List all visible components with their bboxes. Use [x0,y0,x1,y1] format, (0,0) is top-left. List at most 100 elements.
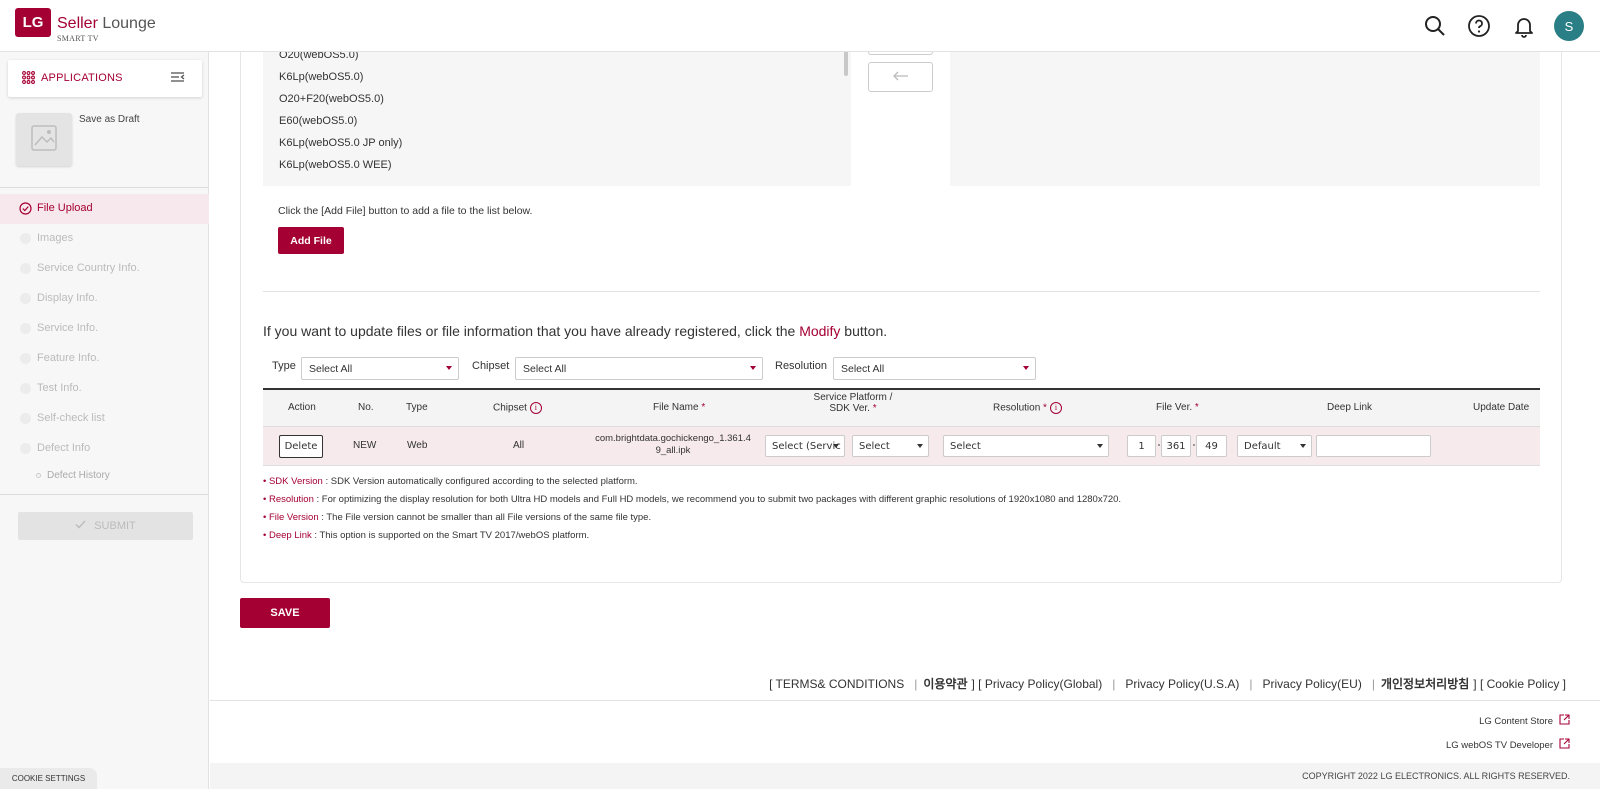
collapse-menu-icon[interactable] [170,71,186,88]
nav-item-defect-info[interactable]: Defect Info [0,434,209,464]
nav-label: Images [37,232,74,244]
chipset-filter-select[interactable]: Select All [515,357,763,380]
webos-developer-label: LG webOS TV Developer [1445,739,1553,751]
version-minor-input[interactable]: 361 [1161,435,1191,457]
terms-kr-link[interactable]: 이용약관 [923,677,967,691]
info-icon[interactable]: i [529,402,542,414]
resolution-filter-value: Select All [841,362,885,375]
nav-item-test-info[interactable]: Test Info. [0,374,209,404]
cookie-settings-button[interactable]: COOKIE SETTINGS [0,768,97,789]
footer-divider [210,700,1600,701]
col-file-ver-label: File Ver. [1156,402,1193,413]
row-file-name: com.brightdata.gochickengo_1.361.4 9_all… [593,433,753,457]
nav-item-service-info[interactable]: Service Info. [0,314,209,344]
privacy-kr-link[interactable]: 개인정보처리방침 [1381,677,1469,691]
selected-chipset-list[interactable] [950,48,1540,186]
chevron-down-icon [833,444,839,448]
chevron-down-icon [1300,444,1306,448]
delete-button[interactable]: Delete [279,435,323,458]
col-file-name: File Name * [653,402,705,413]
webos-developer-link[interactable]: LG webOS TV Developer [1446,738,1570,752]
nav-item-feature-info[interactable]: Feature Info. [0,344,209,374]
note-key: File Version [268,512,319,523]
sdk-value: Select [859,440,890,452]
applications-label: APPLICATIONS [41,72,123,84]
col-resolution: Resolution * i [993,402,1062,414]
platform-select[interactable]: Select (Servic [765,435,845,457]
status-dot [20,263,31,274]
chevron-down-icon [1097,444,1103,448]
image-placeholder-icon [29,123,59,156]
nav-label: Test Info. [37,382,82,394]
nav-subitem-defect-history[interactable]: Defect History [36,470,110,481]
lg-logo[interactable]: LG [15,8,51,37]
add-file-button[interactable]: Add File [278,227,344,254]
divider [0,187,209,188]
privacy-usa-link[interactable]: Privacy Policy(U.S.A) [1125,677,1239,691]
bell-icon[interactable] [1512,14,1536,38]
chipset-list-scrollbar[interactable] [844,50,848,76]
chipset-filter-value: Select All [523,362,567,375]
terms-link[interactable]: [ TERMS& CONDITIONS [769,677,904,691]
nav-item-service-country[interactable]: Service Country Info. [0,254,209,284]
sub-dot [36,472,41,478]
search-icon[interactable] [1423,14,1447,38]
type-filter-select[interactable]: Select All [301,357,459,380]
add-file-label: Add File [290,234,332,247]
version-dot [1158,444,1160,446]
row-no: NEW [353,440,377,451]
chipset-option[interactable]: K6Lp(webOS5.0 JP only) [279,137,402,149]
brand-subtitle: SMART TV [57,34,99,43]
col-chipset: Chipset i [493,402,542,414]
deep-link-mode-select[interactable]: Default [1237,435,1312,457]
status-dot [20,323,31,334]
brand-title[interactable]: Seller Lounge [57,15,156,33]
col-action: Action [288,402,316,413]
note-text: : This option is supported on the Smart … [311,530,590,541]
info-icon[interactable]: i [1049,402,1062,414]
content-store-link[interactable]: LG Content Store [1479,714,1570,728]
privacy-eu-link[interactable]: Privacy Policy(EU) [1262,677,1361,691]
nav-sub-label: Defect History [47,470,110,481]
required-mark: * [701,402,706,413]
update-text-post: button. [840,323,888,339]
brand-rest: Lounge [102,15,156,32]
move-left-button[interactable] [868,62,933,92]
modify-link[interactable]: Modify [799,323,840,339]
update-instruction: If you want to update files or file info… [263,323,887,339]
nav-label: Display Info. [37,292,98,304]
chipset-list[interactable]: O20(webOS5.0) K6Lp(webOS5.0) O20+F20(web… [263,48,851,186]
cookie-policy-link[interactable]: ] [ Cookie Policy ] [1473,677,1566,691]
grid-icon [22,71,35,87]
version-major-input[interactable]: 1 [1127,435,1156,457]
status-dot [20,353,31,364]
col-deep-link: Deep Link [1327,402,1373,413]
submit-button[interactable]: SUBMIT [18,512,193,540]
chipset-option[interactable]: K6Lp(webOS5.0) [279,71,363,83]
nav-item-self-check[interactable]: Self-check list [0,404,209,434]
note-text: : For optimizing the display resolution … [313,494,1122,505]
privacy-global-link[interactable]: ] [ Privacy Policy(Global) [972,677,1103,691]
chipset-option[interactable]: O20+F20(webOS5.0) [279,93,384,105]
nav-item-file-upload[interactable]: File Upload [0,194,209,224]
file-table-header: Action No. Type Chipset i File Name * Ser… [263,388,1540,427]
nav-item-display-info[interactable]: Display Info. [0,284,209,314]
resolution-select[interactable]: Select [943,435,1109,457]
user-avatar[interactable]: S [1554,11,1584,41]
col-platform-line1: Service Platform / [813,392,893,403]
required-mark: * [872,403,877,414]
delete-label: Delete [284,441,318,452]
col-chipset-label: Chipset [493,402,527,414]
help-icon[interactable] [1467,14,1491,38]
nav-item-images[interactable]: Images [0,224,209,254]
deep-link-input[interactable] [1316,435,1431,457]
nav-label: Service Country Info. [37,262,140,274]
chipset-option[interactable]: K6Lp(webOS5.0 WEE) [279,159,392,171]
chipset-option[interactable]: E60(webOS5.0) [279,115,357,127]
resolution-filter-select[interactable]: Select All [833,357,1036,380]
applications-card[interactable]: APPLICATIONS [8,60,202,97]
version-patch-input[interactable]: 49 [1196,435,1227,457]
table-row: Delete NEW Web All com.brightdata.gochic… [263,427,1540,466]
sdk-version-select[interactable]: Select [852,435,929,457]
save-button[interactable]: SAVE [240,598,330,628]
